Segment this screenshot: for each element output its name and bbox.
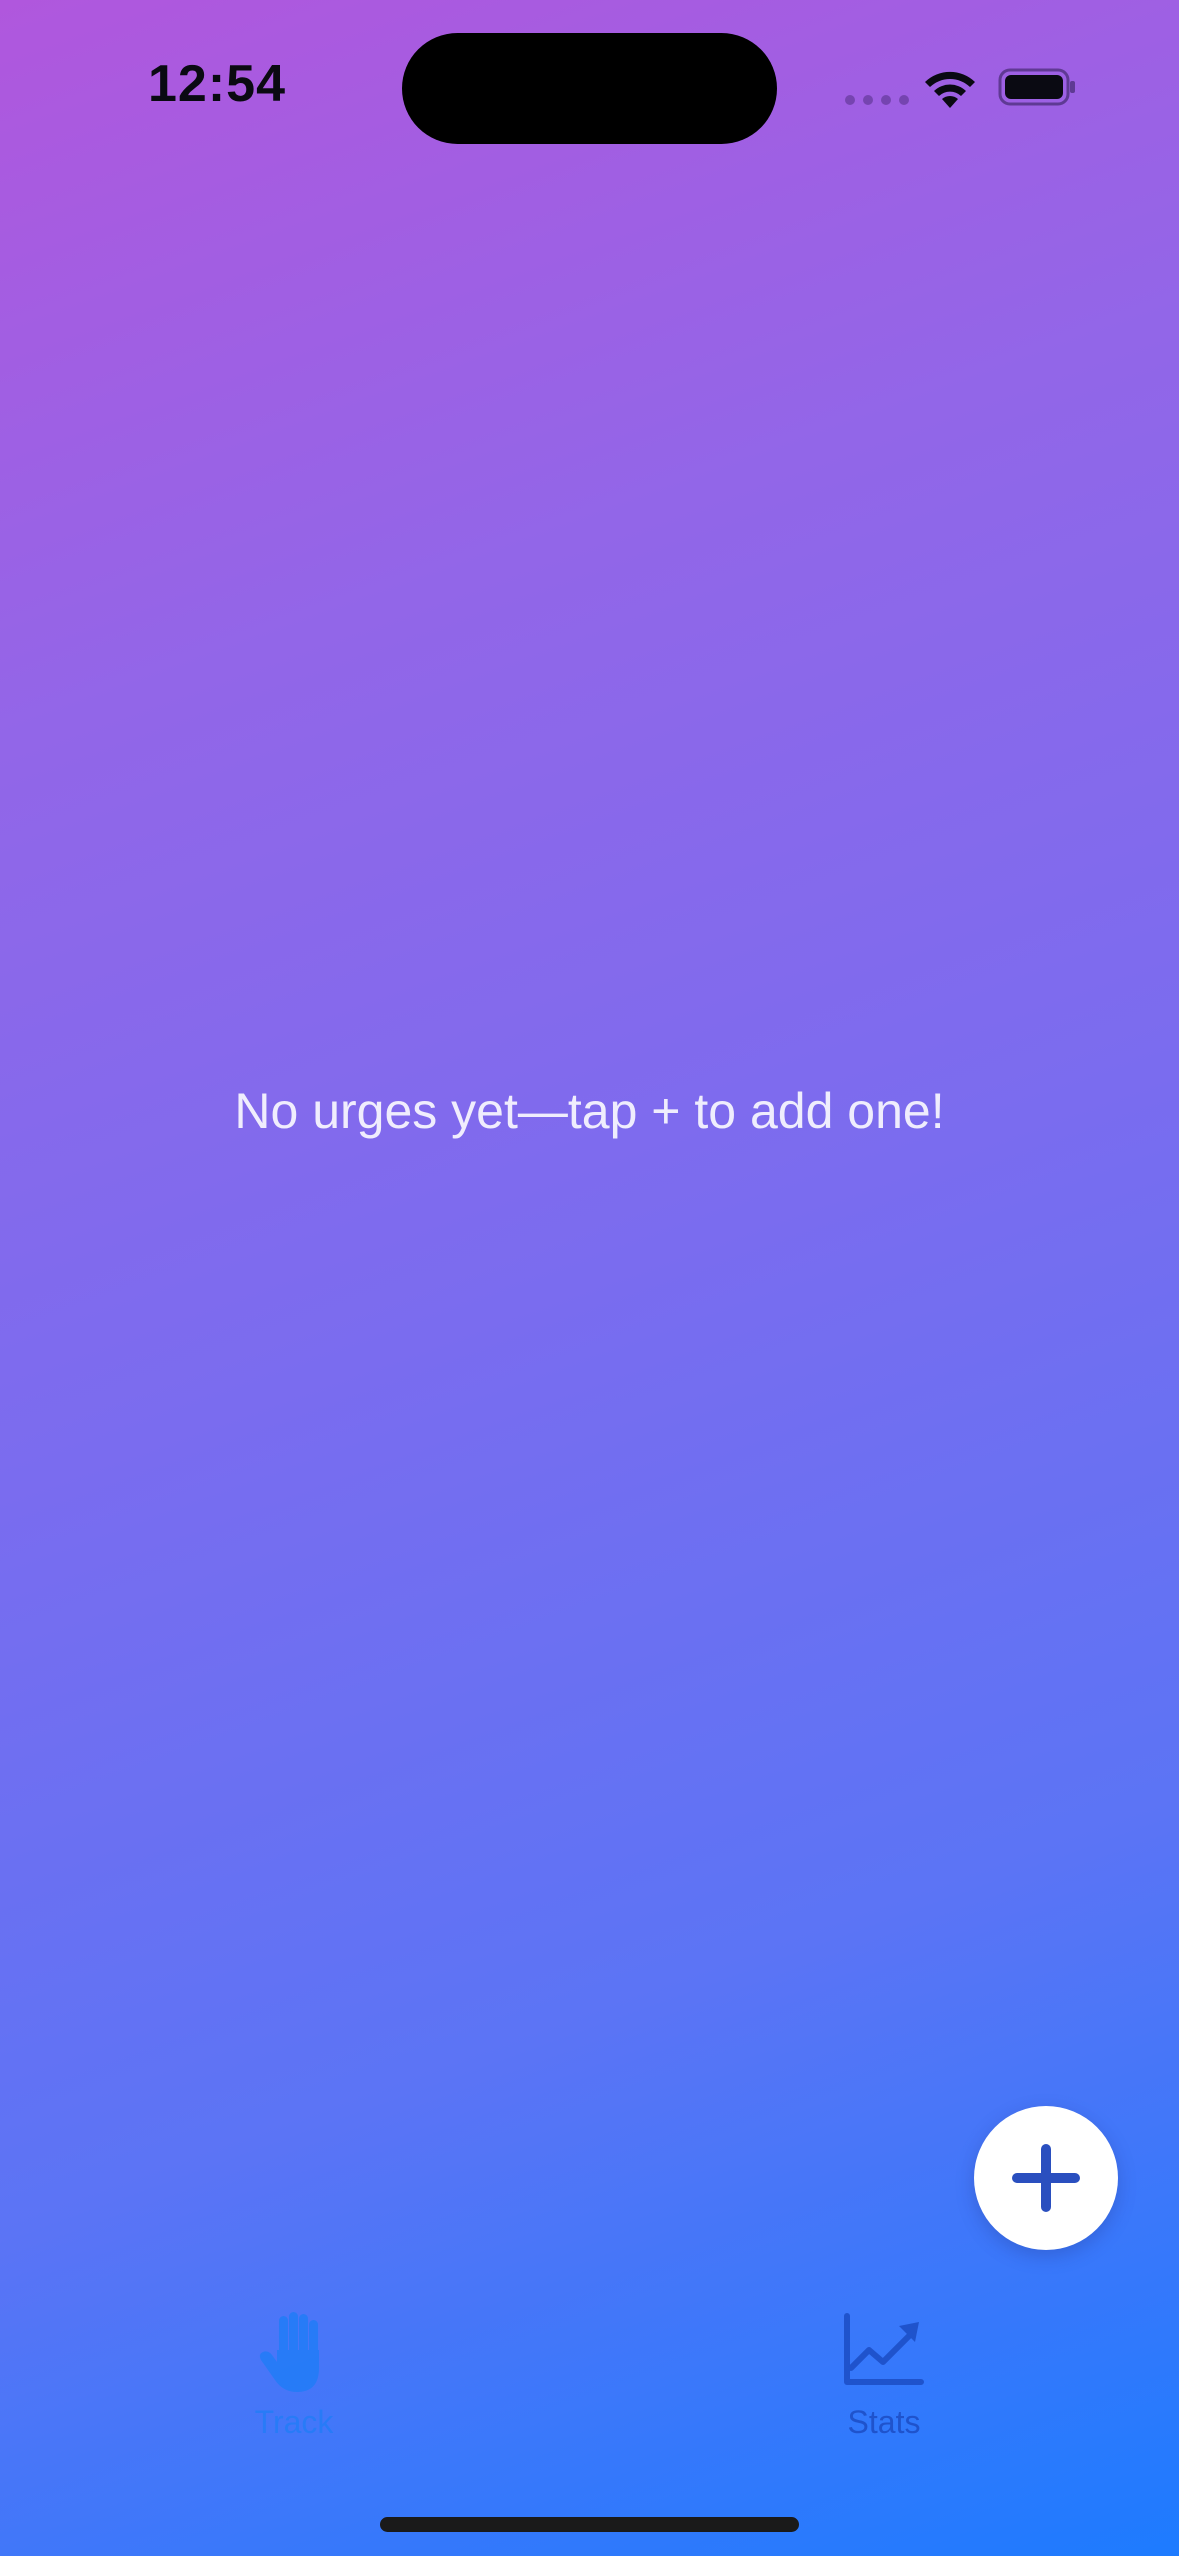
- tab-stats[interactable]: Stats: [774, 2310, 994, 2460]
- status-time: 12:54: [148, 55, 286, 113]
- line-chart-icon: [844, 2313, 924, 2385]
- tab-stats-label: Stats: [847, 2404, 921, 2440]
- wifi-icon: [925, 71, 975, 108]
- tab-track[interactable]: Track: [184, 2310, 404, 2460]
- cellular-signal-icon: [845, 95, 909, 105]
- plus-icon: [1012, 2144, 1080, 2212]
- empty-state-message: No urges yet—tap + to add one!: [234, 1083, 945, 1139]
- status-bar: 12:54: [0, 0, 1179, 175]
- tab-track-label: Track: [254, 2404, 334, 2440]
- raised-hand-icon: [259, 2312, 319, 2392]
- tab-bar: Track Stats: [0, 2310, 1179, 2460]
- add-urge-button[interactable]: [974, 2106, 1118, 2250]
- dynamic-island: [402, 33, 777, 144]
- home-indicator[interactable]: [380, 2517, 799, 2532]
- battery-icon: [998, 68, 1075, 106]
